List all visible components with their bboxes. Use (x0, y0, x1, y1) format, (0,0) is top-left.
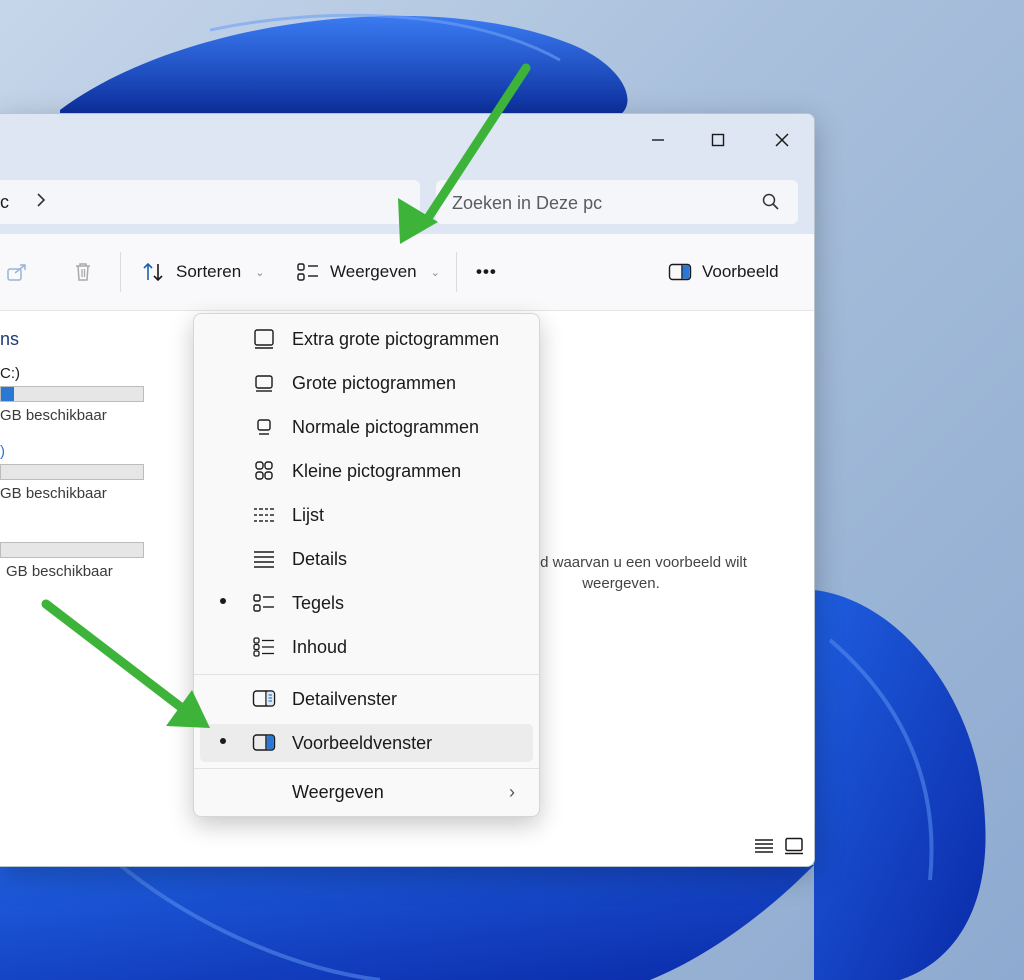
extra-large-icons-icon (254, 329, 274, 349)
content-icon (253, 637, 274, 657)
menu-item-medium-icons[interactable]: Normale pictogrammen (200, 408, 533, 446)
menu-item-details-pane[interactable]: Detailvenster (200, 680, 533, 718)
list-icon (254, 508, 274, 522)
search-input[interactable]: Zoeken in Deze pc (436, 180, 798, 224)
chevron-right-icon: › (509, 781, 515, 802)
selected-bullet-icon (220, 738, 226, 744)
view-button[interactable]: Weergeven ⌄ (296, 234, 440, 310)
address-bar[interactable]: c (0, 180, 420, 224)
menu-item-show-submenu[interactable]: Weergeven › (200, 773, 533, 811)
menu-item-small-icons[interactable]: Kleine pictogrammen (200, 452, 533, 490)
menu-item-label: Extra grote pictogrammen (292, 328, 500, 349)
delete-button[interactable] (72, 234, 94, 310)
drive-free-text: GB beschikbaar (6, 563, 113, 580)
sort-label: Sorteren (176, 262, 242, 281)
menu-item-label: Weergeven (292, 781, 384, 802)
title-bar (0, 114, 814, 170)
details-view-toggle[interactable] (754, 837, 774, 860)
sort-icon (143, 262, 163, 282)
preview-button[interactable]: Voorbeeld (668, 234, 779, 310)
menu-item-large-icons[interactable]: Grote pictogrammen (200, 364, 533, 402)
chevron-right-icon[interactable] (36, 193, 46, 212)
menu-item-preview-pane[interactable]: Voorbeeldvenster (200, 724, 533, 762)
chevron-down-icon: ⌄ (255, 266, 265, 279)
preview-pane-icon (252, 734, 276, 751)
toolbar-divider (120, 252, 121, 292)
tiles-icon (253, 594, 274, 612)
share-icon (7, 264, 26, 281)
medium-icons-icon (257, 419, 271, 435)
menu-item-label: Kleine pictogrammen (292, 460, 462, 481)
drive-usage-bar (0, 386, 144, 402)
search-icon (762, 193, 780, 216)
menu-item-label: Grote pictogrammen (292, 372, 457, 393)
menu-separator (194, 674, 539, 675)
menu-item-content[interactable]: Inhoud (200, 628, 533, 666)
section-header: ns (0, 329, 20, 349)
share-button[interactable] (6, 234, 28, 310)
minimize-icon (652, 139, 664, 141)
command-bar: Sorteren ⌄ Weergeven ⌄ ••• Voorbeeld (0, 234, 814, 311)
menu-item-label: Details (292, 548, 348, 569)
menu-item-details[interactable]: Details (200, 540, 533, 578)
maximize-icon (711, 133, 725, 147)
details-pane-icon (252, 690, 276, 707)
minimize-button[interactable] (636, 122, 680, 158)
close-button[interactable] (760, 122, 804, 158)
menu-item-label: Tegels (292, 592, 345, 613)
more-options-button[interactable]: ••• (476, 234, 497, 310)
drives-pane: ns C:) GB beschikbaar ) GB beschikbaar G… (0, 311, 190, 866)
details-view-icon (755, 839, 773, 853)
close-icon (775, 133, 789, 147)
drive-name: C:) (0, 365, 20, 382)
menu-item-list[interactable]: Lijst (200, 496, 533, 534)
drive-name: ) (0, 443, 5, 460)
menu-separator (194, 768, 539, 769)
drive-free-text: GB beschikbaar (0, 485, 107, 502)
more-icon: ••• (476, 262, 497, 281)
drive-usage-fill (1, 387, 14, 401)
details-icon (254, 551, 274, 568)
large-icons-icon (255, 375, 273, 392)
address-path: c (0, 192, 9, 212)
view-dropdown-menu: Extra grote pictogrammen Grote pictogram… (193, 313, 540, 817)
view-icon (297, 263, 318, 281)
large-icons-view-icon (785, 837, 803, 855)
menu-item-label: Inhoud (292, 636, 348, 657)
chevron-down-icon: ⌄ (430, 266, 440, 279)
preview-pane-icon (668, 263, 692, 281)
search-placeholder: Zoeken in Deze pc (452, 193, 603, 213)
menu-item-extra-large-icons[interactable]: Extra grote pictogrammen (200, 320, 533, 358)
maximize-button[interactable] (696, 122, 740, 158)
view-label: Weergeven (330, 262, 417, 281)
menu-item-label: Normale pictogrammen (292, 416, 480, 437)
selected-bullet-icon (220, 598, 226, 604)
preview-label: Voorbeeld (702, 262, 779, 281)
drive-usage-bar (0, 542, 144, 558)
status-bar-view-toggles (754, 837, 804, 860)
sort-button[interactable]: Sorteren ⌄ (142, 234, 264, 310)
toolbar-divider (456, 252, 457, 292)
drive-usage-bar (0, 464, 144, 480)
drive-free-text: GB beschikbaar (0, 407, 107, 424)
menu-item-label: Voorbeeldvenster (292, 732, 433, 753)
menu-item-tiles[interactable]: Tegels (200, 584, 533, 622)
address-row: c Zoeken in Deze pc (0, 170, 814, 234)
large-icons-view-toggle[interactable] (784, 837, 804, 860)
menu-item-label: Lijst (292, 504, 325, 525)
trash-icon (76, 263, 90, 281)
small-icons-icon (255, 461, 273, 480)
menu-item-label: Detailvenster (292, 688, 398, 709)
